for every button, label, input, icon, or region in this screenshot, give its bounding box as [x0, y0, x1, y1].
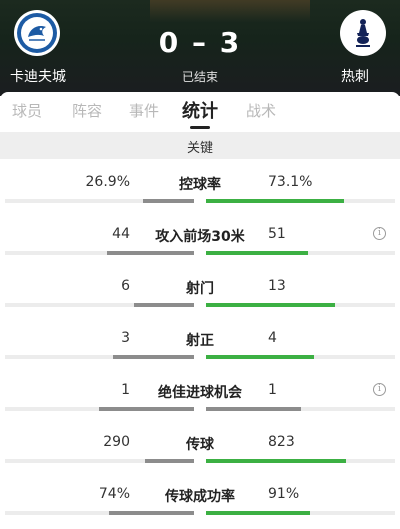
away-team-name[interactable]: 热刺	[341, 66, 369, 86]
stat-home-value: 74%	[98, 486, 130, 502]
home-bar-fill	[134, 303, 194, 307]
section-header: 关键	[0, 132, 400, 159]
stat-row: 74% 传球成功率 91%	[0, 486, 400, 529]
home-bar-track	[5, 199, 194, 203]
stat-label: 控球率	[179, 177, 221, 193]
home-bar-track	[5, 355, 194, 359]
match-tabs: 球员 阵容 事件 统计 战术	[0, 92, 400, 132]
stat-home-value: 26.9%	[85, 174, 130, 190]
home-bar-fill	[145, 459, 194, 463]
home-team-crest-icon[interactable]	[14, 10, 60, 56]
home-bar-track	[5, 407, 194, 411]
stat-label: 攻入前场30米	[155, 229, 245, 245]
away-bar-fill	[206, 459, 346, 463]
stat-home-value: 290	[103, 434, 130, 450]
stat-away-value: 13	[268, 278, 286, 294]
stat-row: 290 传球 823	[0, 434, 400, 486]
home-bar-fill	[109, 511, 194, 515]
stat-row: 26.9% 控球率 73.1%	[0, 174, 400, 226]
home-bar-track	[5, 459, 194, 463]
away-bar-track	[206, 199, 395, 203]
stat-away-value: 823	[268, 434, 295, 450]
away-bar-track	[206, 303, 395, 307]
stat-row: 3 射正 4	[0, 330, 400, 382]
home-bar-track	[5, 251, 194, 255]
away-bar-fill	[206, 407, 301, 411]
section-title: 关键	[186, 141, 213, 156]
tab-stats[interactable]: 统计	[182, 97, 218, 123]
stat-away-value: 1	[268, 382, 277, 398]
home-bar-fill	[113, 355, 194, 359]
match-header: 0 – 3 卡迪夫城 已结束 热刺	[0, 0, 400, 96]
stat-label: 传球成功率	[165, 489, 235, 505]
away-bar-track	[206, 251, 395, 255]
stat-row: 1 绝佳进球机会 1 i	[0, 382, 400, 434]
stat-row: 6 射门 13	[0, 278, 400, 330]
away-bar-track	[206, 459, 395, 463]
stat-home-value: 6	[121, 278, 130, 294]
stat-label: 射门	[186, 281, 214, 297]
away-bar-fill	[206, 303, 335, 307]
home-bar-fill	[107, 251, 194, 255]
away-bar-track	[206, 511, 395, 515]
home-bar-fill	[99, 407, 194, 411]
info-icon[interactable]: i	[373, 383, 386, 396]
home-bar-track	[5, 511, 194, 515]
tab-events[interactable]: 事件	[129, 100, 159, 121]
stat-away-value: 73.1%	[268, 174, 313, 190]
match-status: 已结束	[181, 70, 218, 84]
stat-label: 传球	[186, 437, 214, 453]
tab-players[interactable]: 球员	[12, 100, 42, 121]
stat-home-value: 1	[121, 382, 130, 398]
tab-lineup[interactable]: 阵容	[72, 100, 102, 121]
stat-home-value: 3	[121, 330, 130, 346]
tab-tactics[interactable]: 战术	[246, 100, 276, 121]
away-bar-track	[206, 355, 395, 359]
stat-home-value: 44	[112, 226, 130, 242]
stat-label: 射正	[186, 333, 214, 349]
stat-away-value: 51	[268, 226, 286, 242]
stadium-backdrop	[150, 0, 310, 22]
active-tab-indicator	[190, 126, 210, 129]
away-bar-fill	[206, 251, 308, 255]
info-icon[interactable]: i	[373, 227, 386, 240]
home-bar-track	[5, 303, 194, 307]
home-team-name[interactable]: 卡迪夫城	[10, 66, 66, 86]
away-bar-fill	[206, 199, 344, 203]
away-team-crest-icon[interactable]	[340, 10, 386, 56]
away-bar-track	[206, 407, 395, 411]
away-bar-fill	[206, 355, 314, 359]
stat-away-value: 4	[268, 330, 277, 346]
match-score: 0 – 3	[158, 26, 242, 59]
stat-row: 44 攻入前场30米 51 i	[0, 226, 400, 278]
away-bar-fill	[206, 511, 310, 515]
stat-away-value: 91%	[268, 486, 300, 502]
home-bar-fill	[143, 199, 194, 203]
stat-label: 绝佳进球机会	[158, 385, 242, 401]
